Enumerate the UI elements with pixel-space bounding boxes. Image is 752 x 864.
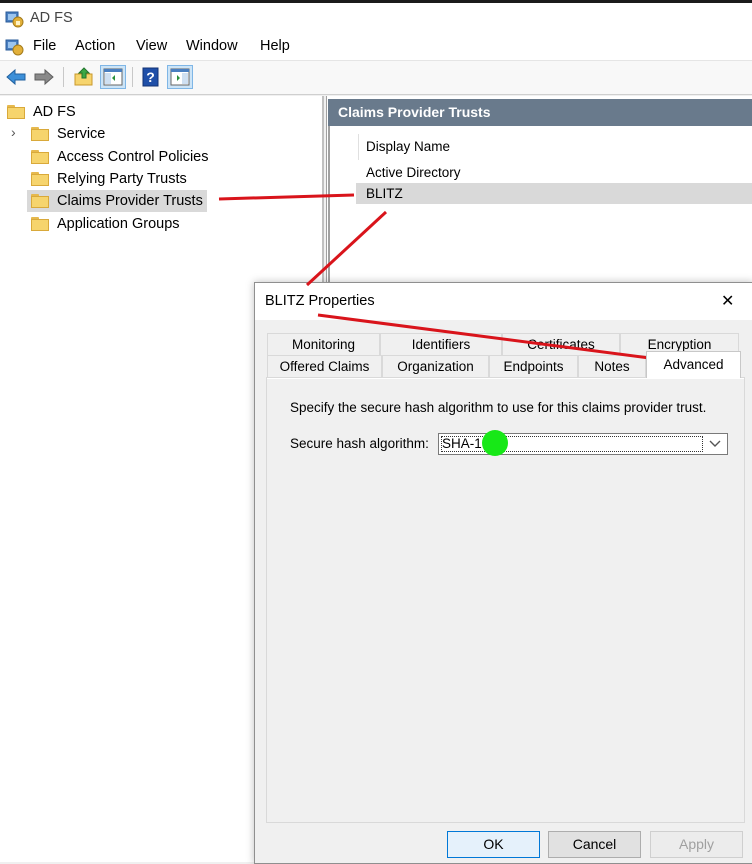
folder-icon — [31, 217, 49, 231]
forward-arrow-icon[interactable] — [32, 66, 56, 88]
tab-offered-claims[interactable]: Offered Claims — [267, 355, 382, 377]
list-item[interactable]: Active Directory — [366, 165, 461, 180]
menu-action[interactable]: Action — [75, 38, 115, 54]
tree-node-label: Access Control Policies — [57, 149, 209, 165]
title-bar: AD FS — [0, 3, 752, 36]
pane-header: Claims Provider Trusts — [328, 99, 752, 126]
folder-icon — [31, 150, 49, 164]
list-item-label: BLITZ — [366, 186, 403, 201]
tab-organization[interactable]: Organization — [382, 355, 489, 377]
cancel-button[interactable]: Cancel — [548, 831, 641, 858]
adfs-app-icon — [5, 11, 24, 28]
tree-node-access-control-policies[interactable]: Access Control Policies — [31, 147, 209, 167]
tree-node-relying-party-trusts[interactable]: Relying Party Trusts — [31, 169, 187, 189]
tab-monitoring[interactable]: Monitoring — [267, 333, 380, 355]
tree-node-label: Relying Party Trusts — [57, 171, 187, 187]
tree-node-application-groups[interactable]: Application Groups — [31, 214, 180, 234]
show-hide-console-tree-icon[interactable] — [100, 65, 126, 89]
dialog-title: BLITZ Properties — [265, 293, 375, 309]
tree-node-root[interactable]: AD FS — [7, 102, 76, 122]
window-title: AD FS — [30, 10, 73, 26]
hash-algorithm-value: SHA-1 — [442, 436, 482, 451]
pane-inner-border — [328, 126, 330, 286]
folder-icon — [31, 127, 49, 141]
panel-top-edge — [267, 378, 744, 379]
ok-button[interactable]: OK — [447, 831, 540, 858]
show-hide-action-pane-icon[interactable] — [167, 65, 193, 89]
apply-button[interactable]: Apply — [650, 831, 743, 858]
system-menu-icon[interactable] — [4, 37, 24, 57]
tree-node-label: Service — [57, 126, 106, 142]
tab-notes[interactable]: Notes — [578, 355, 646, 377]
column-divider — [358, 134, 359, 160]
tab-certificates[interactable]: Certificates — [502, 333, 620, 355]
tab-identifiers[interactable]: Identifiers — [380, 333, 502, 355]
tree-node-label: AD FS — [33, 104, 76, 120]
chevron-down-icon[interactable] — [709, 440, 721, 448]
tab-panel-advanced: Specify the secure hash algorithm to use… — [266, 377, 745, 823]
chevron-right-icon[interactable]: › — [11, 124, 16, 140]
tree-node-service[interactable]: Service — [31, 124, 105, 144]
help-icon[interactable]: ? — [139, 66, 163, 88]
properties-dialog: BLITZ Properties ✕ Monitoring Identifier… — [254, 282, 752, 864]
tab-advanced[interactable]: Advanced — [646, 351, 741, 378]
dialog-title-bar: BLITZ Properties ✕ — [255, 283, 752, 320]
folder-icon — [31, 172, 49, 186]
menu-bar: File Action View Window Help — [0, 35, 752, 60]
hash-algorithm-select[interactable]: SHA-1 — [438, 433, 728, 455]
hash-algorithm-label: Secure hash algorithm: — [290, 436, 429, 451]
toolbar-separator — [132, 67, 133, 87]
toolbar: ? — [0, 60, 752, 95]
folder-icon — [31, 194, 49, 208]
column-header-display-name[interactable]: Display Name — [366, 139, 450, 154]
tree-node-label: Claims Provider Trusts — [57, 193, 203, 209]
close-icon[interactable]: ✕ — [721, 291, 734, 311]
menu-help[interactable]: Help — [260, 38, 290, 54]
toolbar-separator — [63, 67, 64, 87]
up-one-level-icon[interactable] — [72, 66, 96, 88]
svg-text:?: ? — [146, 69, 155, 85]
advanced-description: Specify the secure hash algorithm to use… — [290, 400, 707, 415]
folder-icon — [7, 105, 25, 119]
back-arrow-icon[interactable] — [4, 66, 28, 88]
menu-file[interactable]: File — [33, 38, 56, 54]
tree-node-label: Application Groups — [57, 216, 180, 232]
menu-view[interactable]: View — [136, 38, 167, 54]
tab-endpoints[interactable]: Endpoints — [489, 355, 578, 377]
tree-node-claims-provider-trusts[interactable]: Claims Provider Trusts — [27, 190, 207, 212]
list-item-selected[interactable]: BLITZ — [356, 183, 752, 204]
menu-window[interactable]: Window — [186, 38, 238, 54]
